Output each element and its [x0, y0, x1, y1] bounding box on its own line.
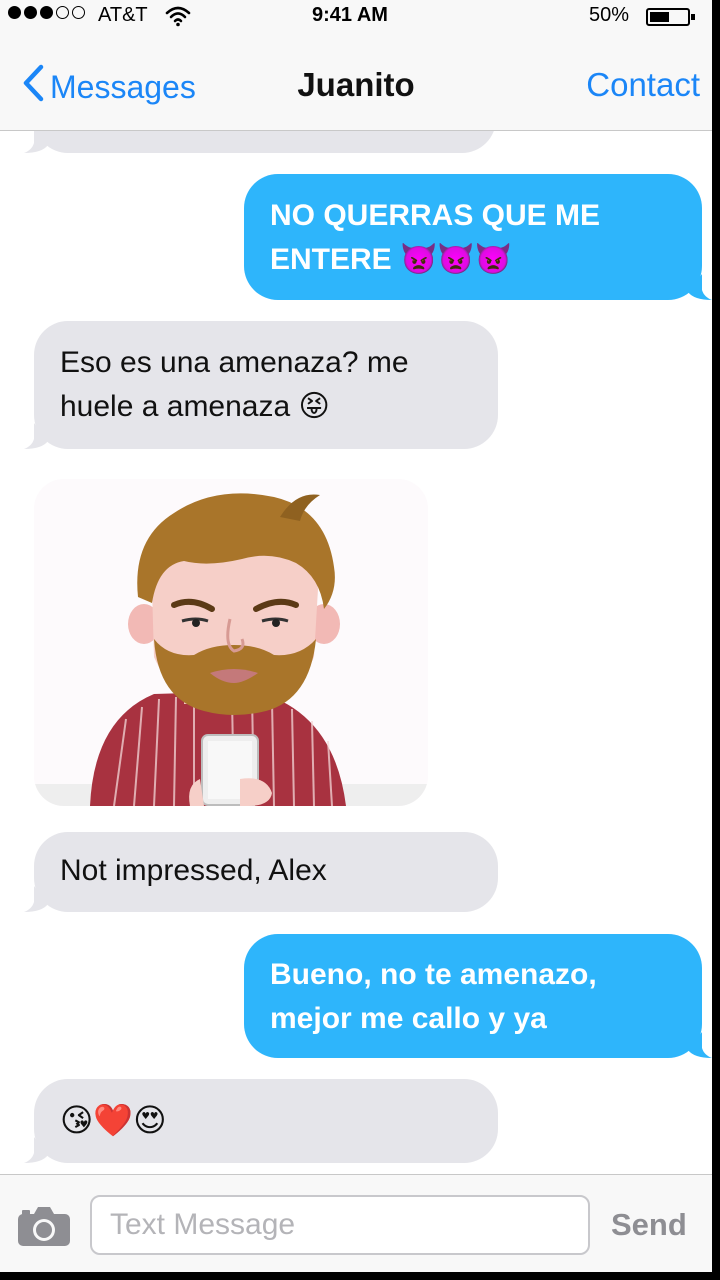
signal-dot-filled: [40, 6, 53, 19]
squinting-tongue-emoji-icon: 😝: [298, 389, 330, 424]
message-text-line: ENTERE: [270, 243, 392, 276]
phone-screen: AT&T 9:41 AM 50% Messages Juanito Contac…: [0, 0, 720, 1280]
battery-percentage: 50%: [589, 4, 630, 26]
contact-button[interactable]: Contact: [586, 66, 700, 104]
message-text-line: huele a amenaza: [60, 390, 291, 423]
incoming-message-bubble[interactable]: [24, 131, 496, 153]
outgoing-message-bubble[interactable]: Bueno, no te amenazo, mejor me callo y y…: [244, 934, 712, 1058]
message-text-line: Eso es una amenaza? me: [60, 346, 409, 379]
message-text-line: NO QUERRAS QUE ME: [270, 199, 601, 232]
bubble-tail: [24, 131, 48, 153]
battery-level-fill: [650, 12, 669, 22]
message-text-input[interactable]: [90, 1195, 590, 1255]
message-text-line: Not impressed, Alex: [60, 854, 327, 887]
navigation-bar: Messages Juanito Contact: [0, 32, 712, 131]
signal-dot-filled: [24, 6, 37, 19]
status-bar: AT&T 9:41 AM 50%: [0, 0, 712, 32]
bubble-tail: [24, 886, 48, 912]
signal-dot-empty: [56, 6, 69, 19]
message-text-line: mejor me callo y ya: [270, 1002, 547, 1035]
battery-nub: [691, 14, 695, 20]
kiss-heart-heart-eyes-emoji-icon: 😘❤️😍: [60, 1101, 167, 1139]
carrier-name: AT&T: [98, 4, 148, 26]
incoming-message-bubble[interactable]: 😘❤️😍: [24, 1079, 498, 1163]
image-message[interactable]: [34, 479, 428, 806]
send-button[interactable]: Send: [611, 1207, 687, 1243]
message-input-bar: Send: [0, 1174, 712, 1272]
outgoing-message-bubble[interactable]: NO QUERRAS QUE ME ENTERE 👿👿👿: [244, 174, 712, 300]
clock-time: 9:41 AM: [312, 4, 388, 26]
message-thread[interactable]: NO QUERRAS QUE ME ENTERE 👿👿👿 Eso es una …: [0, 131, 712, 1173]
bearded-man-illustration: [34, 479, 428, 806]
bubble-tail: [24, 1137, 48, 1163]
message-text-line: Bueno, no te amenazo,: [270, 958, 597, 991]
battery-icon: [646, 8, 695, 26]
signal-strength-indicator: [8, 6, 85, 19]
incoming-message-bubble[interactable]: Eso es una amenaza? me huele a amenaza 😝: [24, 321, 498, 449]
signal-dot-filled: [8, 6, 21, 19]
signal-dot-empty: [72, 6, 85, 19]
wifi-icon: [165, 5, 191, 33]
camera-icon[interactable]: [16, 1205, 72, 1252]
incoming-message-bubble[interactable]: Not impressed, Alex: [24, 832, 498, 912]
bubble-tail: [688, 1032, 712, 1058]
bubble-tail: [24, 423, 48, 449]
devil-emoji-icon: 👿👿👿: [400, 242, 513, 277]
bubble-tail: [688, 274, 712, 300]
